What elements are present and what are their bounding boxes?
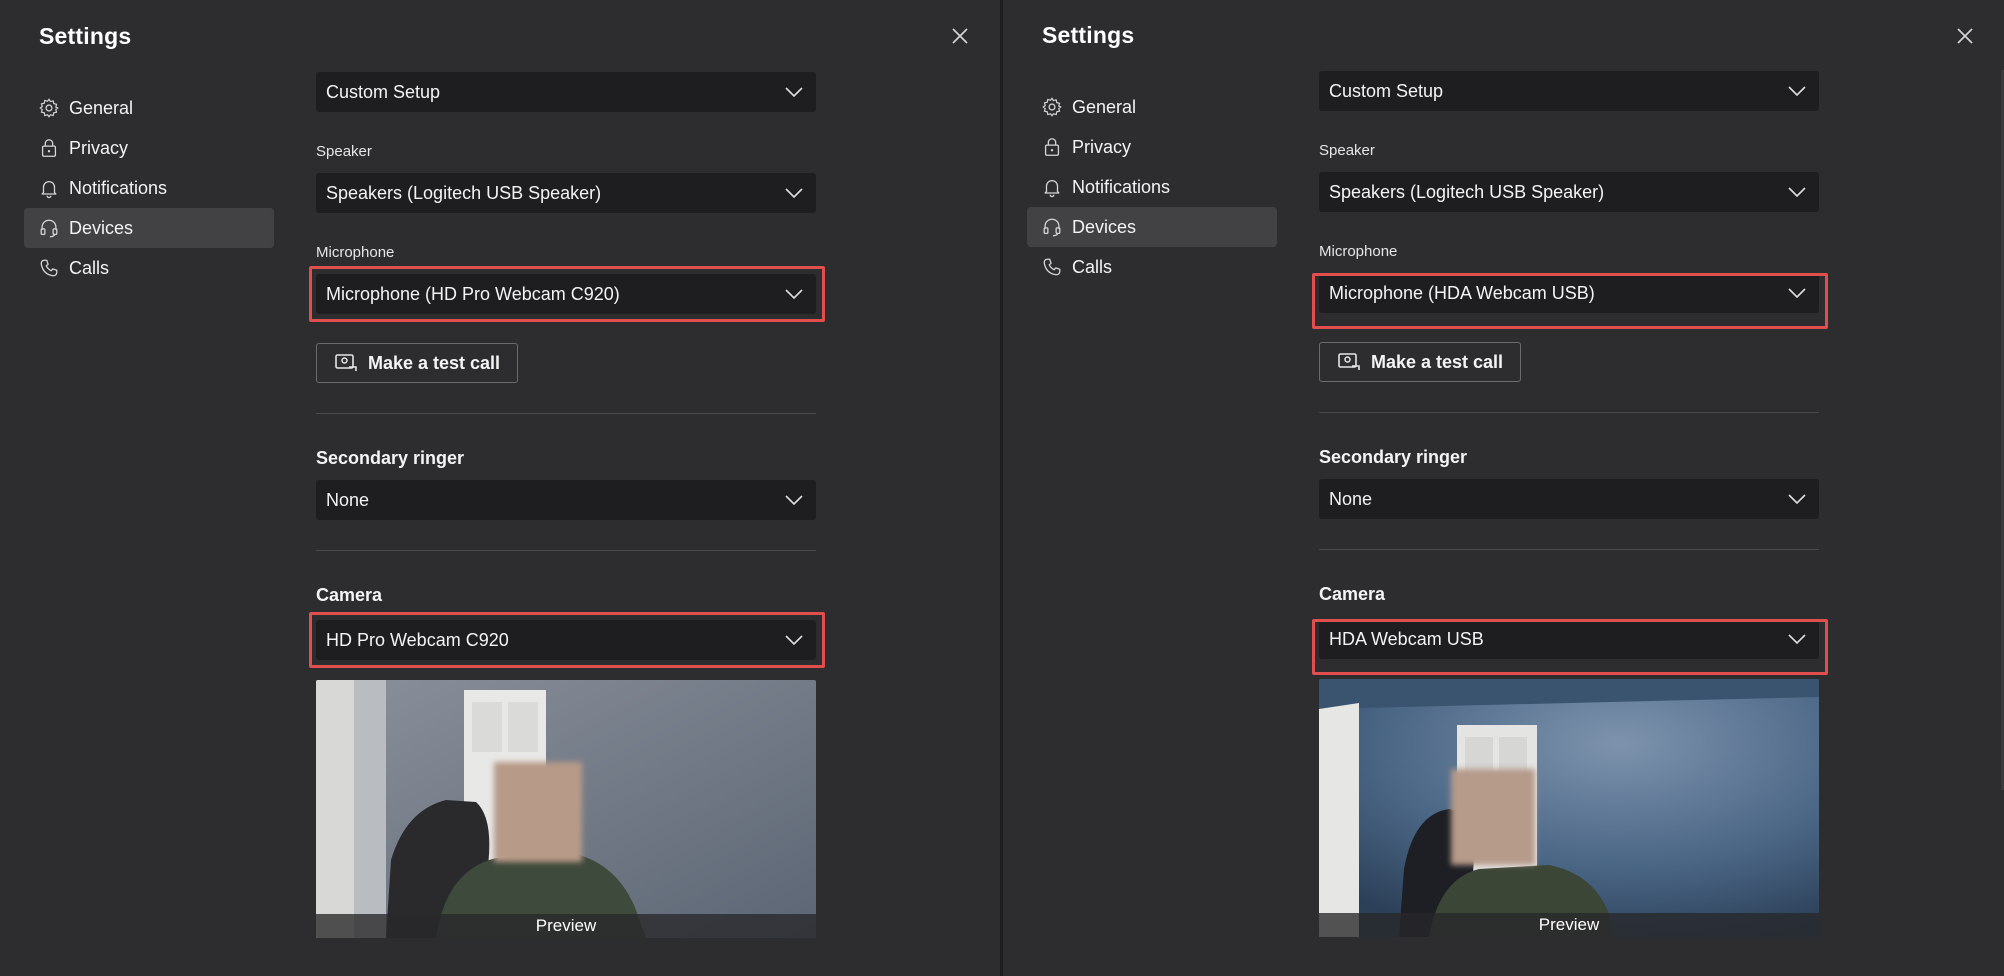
sidebar-item-privacy[interactable]: Privacy [24, 128, 274, 168]
camera-select[interactable]: HDA Webcam USB [1319, 619, 1819, 659]
chevron-down-icon [785, 495, 803, 506]
page-title: Settings [39, 23, 132, 49]
chevron-down-icon [785, 289, 803, 300]
sidebar-item-label: Privacy [1072, 136, 1132, 157]
test-call-button[interactable]: Make a test call [1319, 342, 1521, 382]
speaker-label: Speaker [1319, 142, 1375, 159]
test-call-label: Make a test call [1370, 351, 1504, 372]
secondary-ringer-select[interactable]: None [316, 480, 816, 520]
secondary-ringer-label: Secondary ringer [1319, 447, 1468, 467]
audio-device-select[interactable]: Custom Setup [316, 72, 816, 112]
camera-label: Camera [316, 585, 383, 605]
chevron-down-icon [1788, 86, 1806, 97]
bell-icon [1044, 180, 1060, 198]
select-value: Microphone (HDA Webcam USB) [1329, 282, 1595, 303]
divider [1319, 549, 1819, 550]
speaker-select[interactable]: Speakers (Logitech USB Speaker) [1319, 172, 1819, 212]
test-call-label: Make a test call [367, 352, 501, 373]
chevron-down-icon [785, 87, 803, 98]
sidebar-item-general[interactable]: General [1027, 87, 1277, 127]
divider [1319, 412, 1819, 413]
sidebar-item-label: Notifications [1072, 176, 1171, 197]
secondary-ringer-select[interactable]: None [1319, 479, 1819, 519]
microphone-select[interactable]: Microphone (HD Pro Webcam C920) [316, 274, 816, 314]
camera-preview: Preview [1319, 679, 1819, 937]
select-value: HDA Webcam USB [1329, 628, 1484, 649]
test-call-button[interactable]: Make a test call [316, 343, 518, 383]
preview-label: Preview [316, 914, 816, 938]
preview-label: Preview [1319, 913, 1819, 937]
lock-icon [1044, 138, 1060, 156]
sidebar-item-privacy[interactable]: Privacy [1027, 127, 1277, 167]
headset-icon [1043, 218, 1061, 237]
camera-preview-image [316, 680, 816, 938]
gear-icon [1042, 97, 1062, 117]
audio-device-select[interactable]: Custom Setup [1319, 71, 1819, 111]
sidebar-item-devices[interactable]: Devices [1027, 207, 1277, 247]
chevron-down-icon [1788, 187, 1806, 198]
test-call-icon [1338, 353, 1360, 370]
close-icon[interactable] [1954, 25, 1976, 47]
microphone-select[interactable]: Microphone (HDA Webcam USB) [1319, 273, 1819, 313]
divider [316, 413, 816, 414]
sidebar-item-calls[interactable]: Calls [24, 248, 274, 288]
select-value: Custom Setup [1329, 80, 1444, 101]
select-value: Custom Setup [326, 81, 441, 102]
bell-icon [41, 181, 57, 199]
sidebar-item-devices[interactable]: Devices [24, 208, 274, 248]
select-value: Microphone (HD Pro Webcam C920) [326, 283, 620, 304]
settings-nav: General Privacy Notifications Devices Ca… [1027, 87, 1277, 287]
camera-preview-image [1319, 679, 1819, 937]
sidebar-item-label: Calls [1072, 256, 1113, 277]
microphone-label: Microphone [316, 244, 395, 261]
close-icon[interactable] [949, 25, 971, 47]
sidebar-item-label: General [69, 97, 134, 118]
chevron-down-icon [1788, 634, 1806, 645]
chevron-down-icon [1788, 288, 1806, 299]
camera-preview: Preview [316, 680, 816, 938]
divider [316, 550, 816, 551]
secondary-ringer-label: Secondary ringer [316, 448, 465, 468]
sidebar-item-label: Privacy [69, 137, 129, 158]
sidebar-item-label: Calls [69, 257, 110, 278]
speaker-label: Speaker [316, 143, 372, 160]
sidebar-item-label: Devices [1072, 216, 1137, 237]
chevron-down-icon [785, 635, 803, 646]
select-value: None [1329, 488, 1373, 509]
headset-icon [40, 219, 58, 238]
sidebar-item-general[interactable]: General [24, 88, 274, 128]
camera-label: Camera [1319, 584, 1386, 604]
camera-select[interactable]: HD Pro Webcam C920 [316, 620, 816, 660]
sidebar-item-label: Devices [69, 217, 134, 238]
settings-panel-right: Settings General Privacy Notifications D… [1003, 0, 2004, 976]
sidebar-item-label: Notifications [69, 177, 168, 198]
chevron-down-icon [1788, 494, 1806, 505]
sidebar-item-notifications[interactable]: Notifications [1027, 167, 1277, 207]
sidebar-item-calls[interactable]: Calls [1027, 247, 1277, 287]
test-call-icon [335, 354, 357, 371]
speaker-select[interactable]: Speakers (Logitech USB Speaker) [316, 173, 816, 213]
select-value: HD Pro Webcam C920 [326, 629, 509, 650]
page-title: Settings [1042, 22, 1135, 48]
gear-icon [39, 98, 59, 118]
phone-icon [40, 259, 58, 277]
select-value: Speakers (Logitech USB Speaker) [326, 182, 602, 203]
settings-nav: General Privacy Notifications Devices Ca… [24, 88, 274, 288]
sidebar-item-label: General [1072, 96, 1137, 117]
phone-icon [1043, 258, 1061, 276]
lock-icon [41, 139, 57, 157]
select-value: None [326, 489, 370, 510]
chevron-down-icon [785, 188, 803, 199]
settings-panel-left: Settings General Privacy Notifications D… [0, 0, 1000, 976]
sidebar-item-notifications[interactable]: Notifications [24, 168, 274, 208]
microphone-label: Microphone [1319, 243, 1398, 260]
select-value: Speakers (Logitech USB Speaker) [1329, 181, 1605, 202]
